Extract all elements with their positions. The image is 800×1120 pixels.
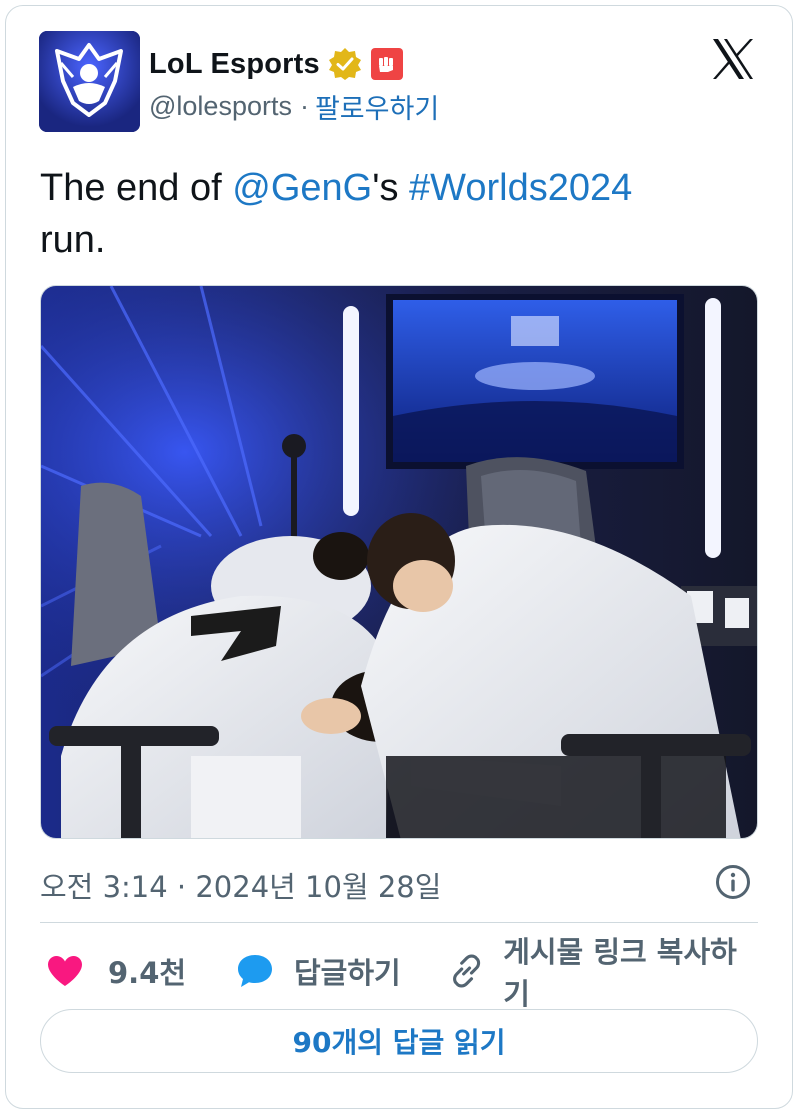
account-handle[interactable]: @lolesports: [149, 91, 292, 122]
tweet-text-after: run.: [40, 219, 106, 261]
x-logo-icon[interactable]: [710, 36, 756, 82]
link-icon: [453, 954, 481, 988]
info-icon[interactable]: [714, 863, 752, 901]
follow-button[interactable]: 팔로우하기: [315, 87, 439, 126]
account-avatar[interactable]: [39, 31, 140, 132]
heart-icon: [48, 956, 82, 986]
handle-separator: ·: [299, 91, 309, 121]
speech-bubble-icon: [238, 955, 272, 987]
tweet-text-middle: 's: [372, 167, 410, 209]
account-display-name[interactable]: LoL Esports: [149, 48, 320, 81]
mention-link[interactable]: @GenG: [232, 167, 372, 209]
read-replies-label: 90개의 답글 읽기: [292, 1026, 506, 1059]
account-name-row: LoL Esports: [149, 44, 403, 84]
read-replies-button[interactable]: 90개의 답글 읽기: [40, 1009, 758, 1073]
riot-games-fist-icon[interactable]: [370, 48, 403, 80]
gold-verified-badge-icon: [328, 48, 361, 80]
tweet-text-before: The end of: [40, 167, 233, 209]
copy-link-button[interactable]: 게시물 링크 복사하기: [448, 935, 758, 1011]
like-button[interactable]: 9.4천: [46, 946, 186, 996]
tweet-photo[interactable]: [40, 285, 758, 839]
reply-button[interactable]: 답글하기: [236, 946, 401, 996]
reply-label: 답글하기: [294, 956, 401, 990]
account-handle-row: @lolesports · 팔로우하기: [149, 87, 439, 126]
players-photo-image: [41, 286, 757, 838]
worlds-logo-icon: [39, 31, 140, 132]
copy-link-label: 게시물 링크 복사하기: [503, 935, 737, 1011]
tweet-text: The end of @GenG's #Worlds2024 run.: [40, 162, 740, 266]
tweet-actions: 9.4천 답글하기 게시물 링크 복사하기: [40, 935, 758, 1011]
fist-icon: [378, 57, 393, 72]
tweet-timestamp[interactable]: 오전 3:14 · 2024년 10월 28일: [40, 864, 441, 906]
tweet-embed-card: LoL Esports @lolesports · 팔로우하기 The end …: [5, 5, 793, 1109]
like-count: 9.4천: [108, 956, 187, 990]
divider: [40, 922, 758, 923]
hashtag-link[interactable]: #Worlds2024: [409, 167, 632, 209]
